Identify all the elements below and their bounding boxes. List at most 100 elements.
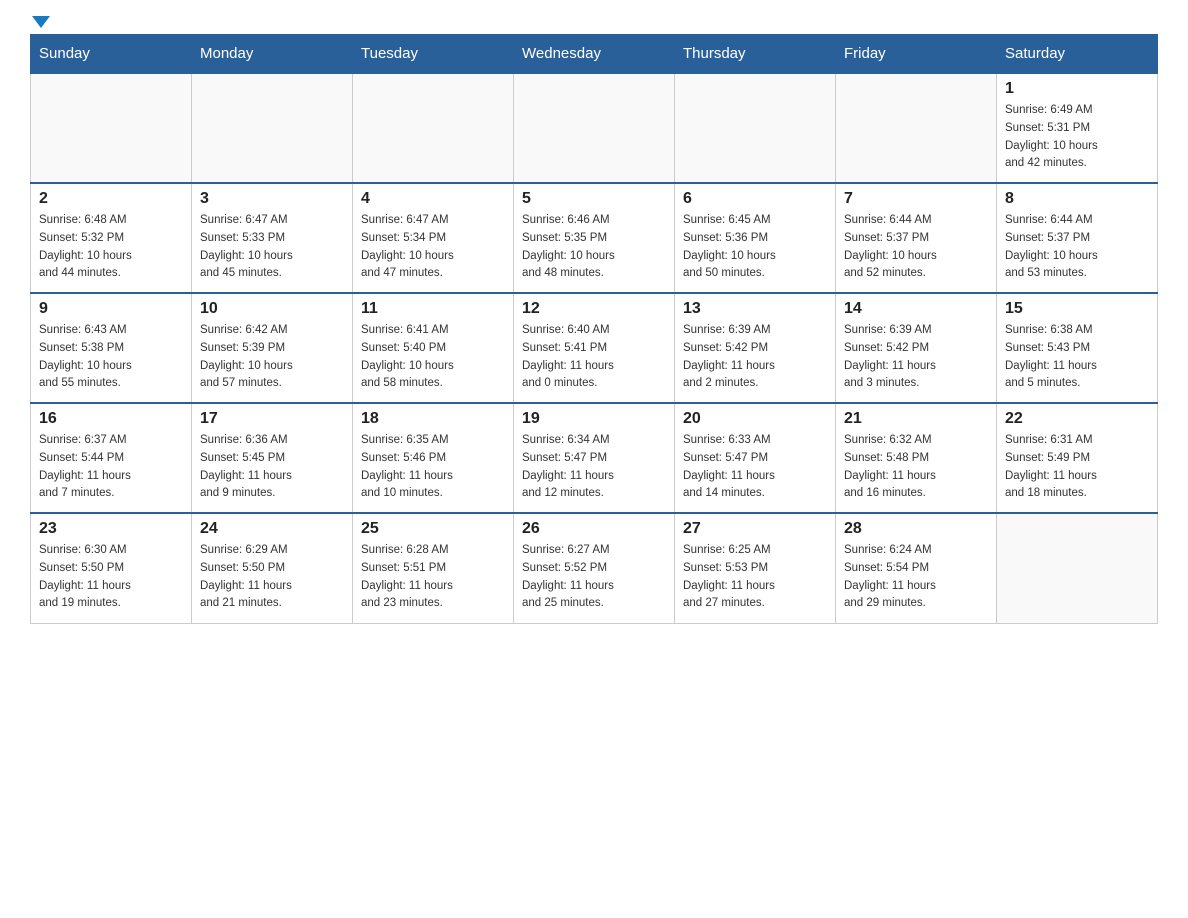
- day-info: Sunrise: 6:40 AM Sunset: 5:41 PM Dayligh…: [522, 322, 666, 393]
- weekday-header-friday: Friday: [836, 35, 997, 74]
- day-info: Sunrise: 6:25 AM Sunset: 5:53 PM Dayligh…: [683, 542, 827, 613]
- calendar-cell: [31, 73, 192, 183]
- calendar-cell: 23 Sunrise: 6:30 AM Sunset: 5:50 PM Dayli…: [31, 513, 192, 623]
- calendar-cell: 18 Sunrise: 6:35 AM Sunset: 5:46 PM Dayli…: [353, 403, 514, 513]
- calendar-cell: 16 Sunrise: 6:37 AM Sunset: 5:44 PM Dayli…: [31, 403, 192, 513]
- day-info: Sunrise: 6:36 AM Sunset: 5:45 PM Dayligh…: [200, 432, 344, 503]
- weekday-header-monday: Monday: [192, 35, 353, 74]
- day-info: Sunrise: 6:44 AM Sunset: 5:37 PM Dayligh…: [1005, 212, 1149, 283]
- day-info: Sunrise: 6:35 AM Sunset: 5:46 PM Dayligh…: [361, 432, 505, 503]
- calendar-cell: [836, 73, 997, 183]
- day-number: 7: [844, 190, 988, 208]
- weekday-header-tuesday: Tuesday: [353, 35, 514, 74]
- day-info: Sunrise: 6:34 AM Sunset: 5:47 PM Dayligh…: [522, 432, 666, 503]
- day-info: Sunrise: 6:24 AM Sunset: 5:54 PM Dayligh…: [844, 542, 988, 613]
- calendar-cell: 6 Sunrise: 6:45 AM Sunset: 5:36 PM Daylig…: [675, 183, 836, 293]
- calendar-cell: 8Sunrise: 6:44 AM Sunset: 5:37 PM Daylig…: [997, 183, 1158, 293]
- weekday-header-wednesday: Wednesday: [514, 35, 675, 74]
- day-number: 12: [522, 300, 666, 318]
- day-info: Sunrise: 6:48 AM Sunset: 5:32 PM Dayligh…: [39, 212, 183, 283]
- calendar-cell: 15 Sunrise: 6:38 AM Sunset: 5:43 PM Dayli…: [997, 293, 1158, 403]
- calendar-cell: 4 Sunrise: 6:47 AM Sunset: 5:34 PM Daylig…: [353, 183, 514, 293]
- day-number: 24: [200, 520, 344, 538]
- day-number: 14: [844, 300, 988, 318]
- day-info: Sunrise: 6:44 AM Sunset: 5:37 PM Dayligh…: [844, 212, 988, 283]
- day-info: Sunrise: 6:47 AM Sunset: 5:33 PM Dayligh…: [200, 212, 344, 283]
- day-info: Sunrise: 6:28 AM Sunset: 5:51 PM Dayligh…: [361, 542, 505, 613]
- calendar-cell: [192, 73, 353, 183]
- calendar-cell: [997, 513, 1158, 623]
- calendar-cell: 2 Sunrise: 6:48 AM Sunset: 5:32 PM Daylig…: [31, 183, 192, 293]
- day-info: Sunrise: 6:37 AM Sunset: 5:44 PM Dayligh…: [39, 432, 183, 503]
- calendar-cell: 10 Sunrise: 6:42 AM Sunset: 5:39 PM Dayli…: [192, 293, 353, 403]
- day-info: Sunrise: 6:38 AM Sunset: 5:43 PM Dayligh…: [1005, 322, 1149, 393]
- day-info: Sunrise: 6:49 AM Sunset: 5:31 PM Dayligh…: [1005, 102, 1149, 173]
- week-row-4: 16 Sunrise: 6:37 AM Sunset: 5:44 PM Dayli…: [31, 403, 1158, 513]
- day-number: 28: [844, 520, 988, 538]
- weekday-header-thursday: Thursday: [675, 35, 836, 74]
- weekday-header-saturday: Saturday: [997, 35, 1158, 74]
- page-header: [30, 20, 1158, 24]
- day-number: 26: [522, 520, 666, 538]
- day-number: 13: [683, 300, 827, 318]
- calendar-cell: 11 Sunrise: 6:41 AM Sunset: 5:40 PM Dayli…: [353, 293, 514, 403]
- calendar-cell: 27 Sunrise: 6:25 AM Sunset: 5:53 PM Dayli…: [675, 513, 836, 623]
- calendar-cell: 3 Sunrise: 6:47 AM Sunset: 5:33 PM Daylig…: [192, 183, 353, 293]
- calendar-cell: [675, 73, 836, 183]
- day-number: 6: [683, 190, 827, 208]
- calendar-cell: 19 Sunrise: 6:34 AM Sunset: 5:47 PM Dayli…: [514, 403, 675, 513]
- day-info: Sunrise: 6:43 AM Sunset: 5:38 PM Dayligh…: [39, 322, 183, 393]
- day-number: 21: [844, 410, 988, 428]
- day-info: Sunrise: 6:27 AM Sunset: 5:52 PM Dayligh…: [522, 542, 666, 613]
- day-number: 11: [361, 300, 505, 318]
- logo: [30, 20, 50, 22]
- calendar-cell: 12 Sunrise: 6:40 AM Sunset: 5:41 PM Dayli…: [514, 293, 675, 403]
- day-number: 10: [200, 300, 344, 318]
- day-info: Sunrise: 6:39 AM Sunset: 5:42 PM Dayligh…: [844, 322, 988, 393]
- day-number: 2: [39, 190, 183, 208]
- day-number: 27: [683, 520, 827, 538]
- calendar-cell: 7 Sunrise: 6:44 AM Sunset: 5:37 PM Daylig…: [836, 183, 997, 293]
- calendar-cell: 14 Sunrise: 6:39 AM Sunset: 5:42 PM Dayli…: [836, 293, 997, 403]
- day-number: 15: [1005, 300, 1149, 318]
- calendar-cell: 21 Sunrise: 6:32 AM Sunset: 5:48 PM Dayli…: [836, 403, 997, 513]
- calendar-cell: 22 Sunrise: 6:31 AM Sunset: 5:49 PM Dayli…: [997, 403, 1158, 513]
- day-number: 20: [683, 410, 827, 428]
- week-row-3: 9 Sunrise: 6:43 AM Sunset: 5:38 PM Daylig…: [31, 293, 1158, 403]
- calendar-cell: 5 Sunrise: 6:46 AM Sunset: 5:35 PM Daylig…: [514, 183, 675, 293]
- day-number: 22: [1005, 410, 1149, 428]
- day-number: 23: [39, 520, 183, 538]
- day-info: Sunrise: 6:42 AM Sunset: 5:39 PM Dayligh…: [200, 322, 344, 393]
- weekday-header-sunday: Sunday: [31, 35, 192, 74]
- calendar-cell: [514, 73, 675, 183]
- calendar-cell: 25 Sunrise: 6:28 AM Sunset: 5:51 PM Dayli…: [353, 513, 514, 623]
- day-number: 5: [522, 190, 666, 208]
- calendar: SundayMondayTuesdayWednesdayThursdayFrid…: [30, 34, 1158, 624]
- day-info: Sunrise: 6:31 AM Sunset: 5:49 PM Dayligh…: [1005, 432, 1149, 503]
- calendar-cell: 9 Sunrise: 6:43 AM Sunset: 5:38 PM Daylig…: [31, 293, 192, 403]
- day-number: 3: [200, 190, 344, 208]
- day-number: 17: [200, 410, 344, 428]
- day-number: 18: [361, 410, 505, 428]
- day-info: Sunrise: 6:45 AM Sunset: 5:36 PM Dayligh…: [683, 212, 827, 283]
- weekday-header-row: SundayMondayTuesdayWednesdayThursdayFrid…: [31, 35, 1158, 74]
- day-number: 25: [361, 520, 505, 538]
- day-number: 1: [1005, 80, 1149, 98]
- day-info: Sunrise: 6:39 AM Sunset: 5:42 PM Dayligh…: [683, 322, 827, 393]
- calendar-cell: 1 Sunrise: 6:49 AM Sunset: 5:31 PM Daylig…: [997, 73, 1158, 183]
- day-info: Sunrise: 6:30 AM Sunset: 5:50 PM Dayligh…: [39, 542, 183, 613]
- day-info: Sunrise: 6:47 AM Sunset: 5:34 PM Dayligh…: [361, 212, 505, 283]
- day-number: 19: [522, 410, 666, 428]
- day-number: 9: [39, 300, 183, 318]
- day-info: Sunrise: 6:29 AM Sunset: 5:50 PM Dayligh…: [200, 542, 344, 613]
- day-info: Sunrise: 6:46 AM Sunset: 5:35 PM Dayligh…: [522, 212, 666, 283]
- day-number: 4: [361, 190, 505, 208]
- week-row-1: 1 Sunrise: 6:49 AM Sunset: 5:31 PM Daylig…: [31, 73, 1158, 183]
- calendar-cell: 24 Sunrise: 6:29 AM Sunset: 5:50 PM Dayli…: [192, 513, 353, 623]
- day-info: Sunrise: 6:41 AM Sunset: 5:40 PM Dayligh…: [361, 322, 505, 393]
- day-info: Sunrise: 6:33 AM Sunset: 5:47 PM Dayligh…: [683, 432, 827, 503]
- week-row-2: 2 Sunrise: 6:48 AM Sunset: 5:32 PM Daylig…: [31, 183, 1158, 293]
- day-info: Sunrise: 6:32 AM Sunset: 5:48 PM Dayligh…: [844, 432, 988, 503]
- day-number: 16: [39, 410, 183, 428]
- calendar-cell: 17 Sunrise: 6:36 AM Sunset: 5:45 PM Dayli…: [192, 403, 353, 513]
